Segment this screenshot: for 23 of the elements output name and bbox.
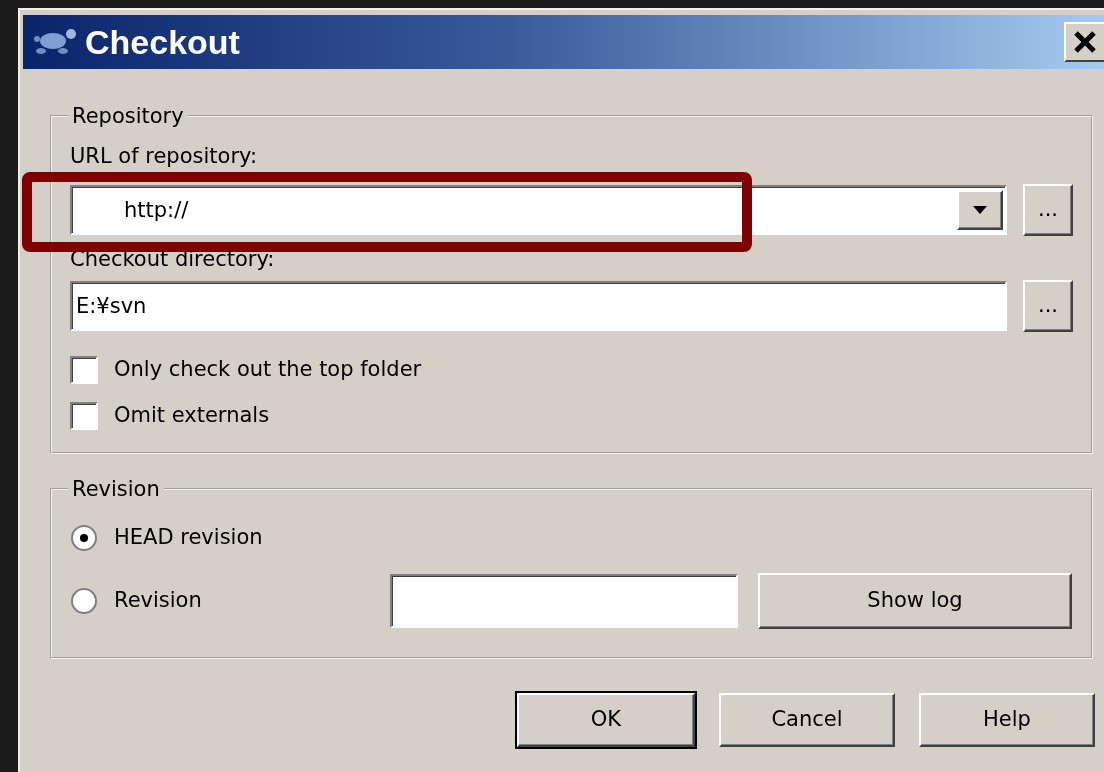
checkbox[interactable] xyxy=(70,402,98,430)
browse-button[interactable]: ... xyxy=(1023,184,1073,236)
dialog-button[interactable]: Cancel xyxy=(719,693,895,747)
browse-button[interactable]: ... xyxy=(1023,280,1073,332)
checkbox-label: Omit externals xyxy=(114,402,270,430)
url-label: URL of repository: xyxy=(70,143,258,170)
radio-button[interactable] xyxy=(70,587,98,615)
show-log-button[interactable]: Show log xyxy=(758,573,1072,629)
revision-field[interactable] xyxy=(390,574,738,628)
close-icon xyxy=(1073,30,1097,54)
checkbox-label: Only check out the top folder xyxy=(114,356,422,384)
dialog-button[interactable]: OK xyxy=(517,693,695,747)
dialog-button[interactable]: Help xyxy=(919,693,1095,747)
radio-label: Revision xyxy=(114,587,203,615)
group-label: Revision xyxy=(71,476,161,502)
close-button[interactable] xyxy=(1064,22,1104,62)
checkbox[interactable] xyxy=(70,356,98,384)
radio-label: HEAD revision xyxy=(114,524,263,552)
radio-button[interactable] xyxy=(70,524,98,552)
url-combobox[interactable]: http:// xyxy=(70,185,1007,235)
group-label: Repository xyxy=(71,103,185,129)
window-title: Checkout xyxy=(85,21,240,63)
directory-field[interactable]: E:¥svn xyxy=(70,281,1007,331)
